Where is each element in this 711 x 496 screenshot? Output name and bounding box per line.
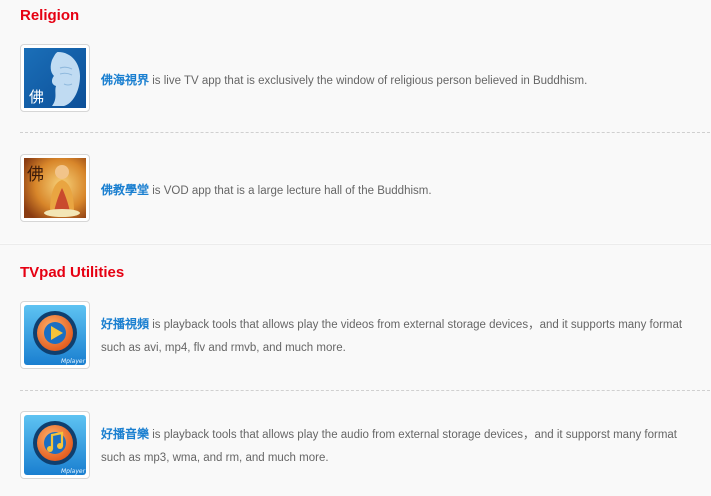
- app-link-fohai[interactable]: 佛海視界: [101, 73, 149, 87]
- utilities-section: TVpad Utilities Mplayer 好播視頻 is playback…: [0, 244, 711, 496]
- divider: [20, 390, 710, 391]
- app-link-music[interactable]: 好播音樂: [101, 427, 149, 441]
- music-player-icon[interactable]: Mplayer: [20, 411, 90, 479]
- item-description: 好播視頻 is playback tools that allows play …: [101, 317, 683, 354]
- buddha-glyph: 佛: [27, 165, 44, 185]
- app-link-fojiao[interactable]: 佛教學堂: [101, 183, 149, 197]
- item-description: 佛教學堂 is VOD app that is a large lecture …: [101, 183, 432, 197]
- utilities-section-title: TVpad Utilities: [20, 264, 125, 281]
- item-description: 好播音樂 is playback tools that allows play …: [101, 427, 677, 464]
- icon-caption: Mplayer: [61, 468, 86, 475]
- buddha-statue-icon[interactable]: 佛: [20, 154, 90, 222]
- video-player-icon[interactable]: Mplayer: [20, 301, 90, 369]
- icon-caption: Mplayer: [61, 358, 86, 365]
- item-description: 佛海視界 is live TV app that is exclusively …: [101, 73, 588, 87]
- buddha-glyph: 佛: [29, 88, 44, 106]
- religion-section: Religion 佛 佛海視界 is live TV app that is e…: [0, 0, 711, 243]
- divider: [20, 132, 710, 133]
- app-link-video[interactable]: 好播視頻: [101, 317, 149, 331]
- religion-section-title: Religion: [20, 7, 80, 24]
- buddha-face-icon[interactable]: 佛: [20, 44, 90, 112]
